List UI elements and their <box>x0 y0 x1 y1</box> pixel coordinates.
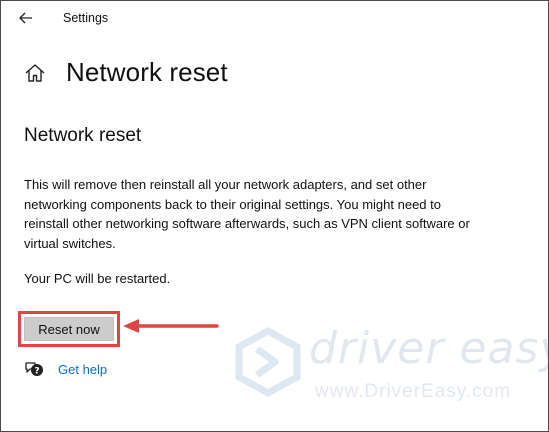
reset-now-button[interactable]: Reset now <box>24 317 114 341</box>
page-title: Network reset <box>66 57 228 87</box>
back-button[interactable] <box>15 7 37 29</box>
section-description: This will remove then reinstall all your… <box>24 177 470 251</box>
home-icon <box>25 64 45 82</box>
get-help-link[interactable]: Get help <box>58 362 107 377</box>
title-bar: Settings <box>1 1 548 35</box>
window-title: Settings <box>63 11 109 25</box>
restart-note: Your PC will be restarted. <box>24 271 171 286</box>
home-button[interactable] <box>24 62 48 86</box>
help-chat-icon: ? <box>25 362 43 377</box>
section-title: Network reset <box>24 125 142 146</box>
watermark: driver easy www.DriverEasy.com <box>233 323 548 421</box>
watermark-url: www.DriverEasy.com <box>315 381 512 402</box>
red-arrow-icon <box>123 319 219 333</box>
back-arrow-icon <box>19 12 32 24</box>
watermark-brand: driver easy <box>309 323 549 374</box>
drivereasy-logo-icon <box>235 327 301 397</box>
settings-window: Settings Network reset Network reset Thi… <box>0 0 549 432</box>
svg-text:?: ? <box>34 367 39 377</box>
get-help-row[interactable]: ? Get help <box>24 359 107 379</box>
